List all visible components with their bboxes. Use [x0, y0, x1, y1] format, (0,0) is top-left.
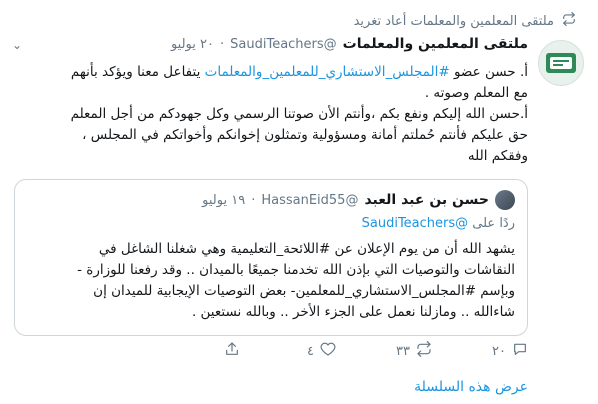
logo-icon	[546, 53, 576, 73]
tweet-line: حق عليكم فأنتم حُملتم أمانة ومسؤولية وتم…	[82, 127, 528, 143]
retweet-context[interactable]: ملتقى المعلمين والمعلمات أعاد تغريد	[354, 12, 576, 30]
author-name[interactable]: ملتقى المعلمين والمعلمات	[343, 36, 528, 52]
tweet-date[interactable]: ٢٠ يوليو	[171, 37, 214, 52]
hashtag-link[interactable]: #المجلس_الاستشاري_للمعلمين_والمعلمات	[205, 64, 450, 80]
quoted-date: ١٩ يوليو	[202, 192, 246, 208]
quoted-text: يشهد الله أن من يوم الإعلان عن #اللائحة_…	[27, 239, 515, 323]
separator-dot: ·	[220, 36, 225, 52]
reply-to: ردًا على @SaudiTeachers	[361, 216, 515, 231]
quoted-tweet[interactable]: حسن بن عبد العبد @HassanEid55 · ١٩ يوليو…	[14, 179, 528, 336]
reply-handle: @SaudiTeachers	[361, 216, 469, 231]
retweet-label: ملتقى المعلمين والمعلمات أعاد تغريد	[353, 13, 554, 29]
chevron-down-icon[interactable]: ⌄	[12, 38, 22, 52]
quoted-line: النقاشات والتوصيات التي بإذن الله تخدمنا…	[77, 262, 515, 278]
quoted-line: شاءالله .. ومازلنا نعمل على الجزء الأخر …	[191, 304, 515, 320]
share-icon	[224, 341, 240, 361]
quoted-line: يشهد الله أن من يوم الإعلان عن #اللائحة_…	[98, 241, 515, 257]
separator-dot: ·	[251, 192, 256, 208]
heart-icon	[320, 341, 336, 361]
quoted-avatar	[495, 190, 515, 210]
author-handle[interactable]: @SaudiTeachers	[230, 37, 337, 52]
reply-icon	[512, 341, 528, 361]
retweet-count: ٣٣	[396, 343, 410, 359]
like-count: ٤	[307, 343, 314, 359]
share-button[interactable]	[144, 341, 240, 361]
reply-button[interactable]: ٢٠	[432, 341, 528, 361]
show-thread-link[interactable]: عرض هذه السلسلة	[414, 379, 528, 395]
reply-count: ٢٠	[492, 343, 506, 359]
retweet-icon	[562, 12, 576, 30]
tweet-header: ملتقى المعلمين والمعلمات @SaudiTeachers …	[12, 36, 528, 52]
quoted-author-handle: @HassanEid55	[261, 192, 359, 208]
tweet-text: أ. حسن عضو #المجلس_الاستشاري_للمعلمين_وا…	[12, 62, 528, 167]
tweet-line: أ.حسن الله إليكم ونفع بكم ،وأنتم الأن صو…	[70, 106, 528, 122]
retweet-button[interactable]: ٣٣	[336, 341, 432, 361]
quoted-author-name: حسن بن عبد العبد	[364, 192, 489, 208]
tweet-line: مع المعلم وصوته .	[424, 85, 528, 101]
like-button[interactable]: ٤	[240, 341, 336, 361]
tweet-line: وفقكم الله	[467, 148, 528, 164]
tweet[interactable]: ملتقى المعلمين والمعلمات @SaudiTeachers …	[12, 36, 528, 336]
tweet-line: أ. حسن عضو #المجلس_الاستشاري_للمعلمين_وا…	[70, 64, 528, 80]
tweet-actions: ٢٠ ٣٣ ٤	[12, 341, 528, 361]
quoted-line: وبإسم #المجلس_الاستشاري_للمعلمين- بعض ال…	[93, 283, 515, 299]
quoted-tweet-header: حسن بن عبد العبد @HassanEid55 · ١٩ يوليو	[27, 190, 515, 210]
avatar[interactable]	[538, 40, 584, 86]
retweet-icon	[416, 341, 432, 361]
